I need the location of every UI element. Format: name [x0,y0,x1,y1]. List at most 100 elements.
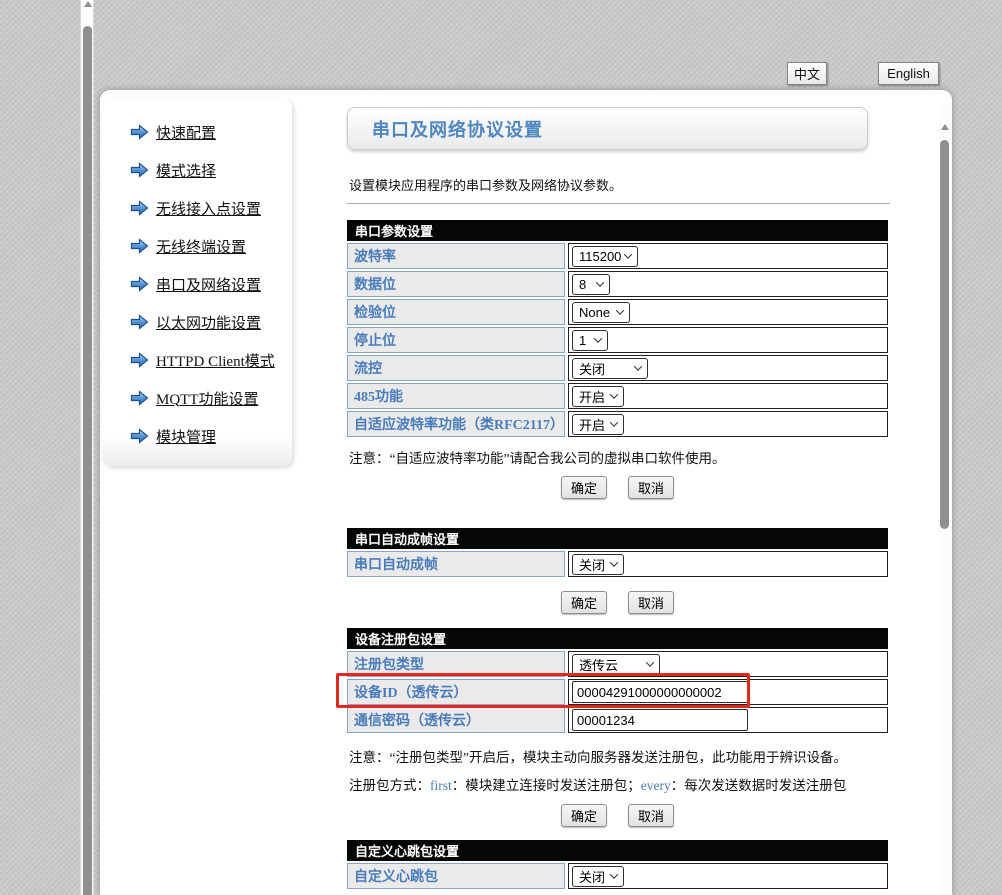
row-value-cell: 开启 [568,411,888,437]
flow-control-select[interactable]: 关闭 [572,358,648,379]
rs485-select[interactable]: 开启 [572,386,624,407]
row-value-cell: 115200 [568,243,888,269]
row-value-cell: None [568,299,888,325]
row-value-cell [568,707,888,733]
page-background: { "language_buttons": { "chinese": "中文",… [0,0,1002,895]
baud-rate-select[interactable]: 115200 [572,246,638,267]
chevron-down-icon [594,334,602,342]
device-id-input[interactable] [572,681,748,703]
chevron-down-icon [610,558,618,566]
table-row: 串口自动成帧 关闭 [347,551,888,577]
sidebar-link[interactable]: 模式选择 [156,160,216,181]
table-row: 通信密码（透传云） [347,707,888,733]
note-keyword: every [641,778,671,793]
chevron-down-icon [634,362,642,370]
stop-bits-select[interactable]: 1 [572,330,608,351]
arrow-right-icon [130,238,149,254]
adaptive-baud-select[interactable]: 开启 [572,414,624,435]
select-value: 115200 [579,249,621,264]
row-value-cell: 关闭 [568,355,888,381]
scroll-up-icon[interactable] [84,1,92,7]
sidebar-link[interactable]: MQTT功能设置 [156,388,259,409]
sidebar-link[interactable]: 无线接入点设置 [156,198,261,219]
sidebar-item-serial-network[interactable]: 串口及网络设置 [102,265,292,303]
section-header: 串口自动成帧设置 [347,528,888,549]
comm-password-input[interactable] [572,709,748,731]
arrow-right-icon [130,428,149,444]
chevron-down-icon [646,658,654,666]
row-label: 自定义心跳包 [347,863,565,889]
row-label: 485功能 [347,383,565,409]
sidebar-link[interactable]: 以太网功能设置 [156,312,261,333]
sidebar-link[interactable]: 快速配置 [156,122,216,143]
table-row: 自适应波特率功能（类RFC2117） 开启 [347,411,888,437]
cancel-button[interactable]: 取消 [628,476,674,499]
arrow-right-icon [130,124,149,140]
register-type-select[interactable]: 透传云 [572,654,660,675]
table-row: 流控 关闭 [347,355,888,381]
page-title-box: 串口及网络协议设置 [347,107,868,150]
table-row: 自定义心跳包 关闭 [347,863,888,889]
note-text: ：模块建立连接时发送注册包； [452,778,641,793]
row-label: 注册包类型 [347,651,565,677]
right-scrollbar[interactable] [938,104,952,895]
table-row: 数据位 8 [347,271,888,297]
sidebar-link[interactable]: 串口及网络设置 [156,274,261,295]
cancel-button[interactable]: 取消 [628,591,674,614]
arrow-right-icon [130,314,149,330]
chevron-down-icon [616,306,624,314]
table-row: 检验位 None [347,299,888,325]
row-value-cell: 开启 [568,383,888,409]
table-row: 波特率 115200 [347,243,888,269]
sidebar-link[interactable]: HTTPD Client模式 [156,350,275,371]
table-row: 停止位 1 [347,327,888,353]
chevron-down-icon [624,250,632,258]
row-value-cell: 1 [568,327,888,353]
heartbeat-select[interactable]: 关闭 [572,866,624,887]
ok-button[interactable]: 确定 [561,804,607,827]
content-card: 快速配置 模式选择 无线接入点设置 无线终端设置 串口及网络设置 以太网功能设置… [100,90,952,895]
sidebar-item-ethernet[interactable]: 以太网功能设置 [102,303,292,341]
register-note-1: 注意：“注册包类型”开启后，模块主动向服务器发送注册包，此功能用于辨识设备。 [349,746,847,766]
arrow-right-icon [130,390,149,406]
sidebar-item-mqtt[interactable]: MQTT功能设置 [102,379,292,417]
cancel-button[interactable]: 取消 [628,804,674,827]
parity-select[interactable]: None [572,302,630,323]
auto-frame-table: 串口自动成帧设置 串口自动成帧 关闭 [347,528,888,579]
right-scrollbar-thumb[interactable] [940,140,949,529]
divider [347,203,890,204]
left-scrollbar-thumb[interactable] [83,26,92,895]
row-label: 通信密码（透传云） [347,707,565,733]
ok-button[interactable]: 确定 [561,591,607,614]
arrow-right-icon [130,276,149,292]
auto-frame-select[interactable]: 关闭 [572,554,624,575]
row-label: 停止位 [347,327,565,353]
data-bits-select[interactable]: 8 [572,274,610,295]
sidebar-item-wireless-ap[interactable]: 无线接入点设置 [102,189,292,227]
scroll-up-icon[interactable] [941,124,949,130]
auto-frame-buttons: 确定 取消 [347,591,888,614]
chevron-down-icon [610,390,618,398]
sidebar-link[interactable]: 无线终端设置 [156,236,246,257]
sidebar-item-wireless-sta[interactable]: 无线终端设置 [102,227,292,265]
sidebar-item-mode-select[interactable]: 模式选择 [102,151,292,189]
language-chinese-button[interactable]: 中文 [787,62,827,85]
page-title: 串口及网络协议设置 [372,116,543,142]
ok-button[interactable]: 确定 [561,476,607,499]
row-value-cell [568,679,888,705]
sidebar-item-quick-config[interactable]: 快速配置 [102,113,292,151]
chevron-down-icon [596,278,604,286]
sidebar-item-httpd-client[interactable]: HTTPD Client模式 [102,341,292,379]
table-row-device-id: 设备ID（透传云） [347,679,888,705]
left-scrollbar[interactable] [80,0,94,895]
sidebar-item-module-manage[interactable]: 模块管理 [102,417,292,455]
section-header: 自定义心跳包设置 [347,840,888,861]
register-buttons: 确定 取消 [347,804,888,827]
select-value: 开启 [579,415,605,434]
sidebar-link[interactable]: 模块管理 [156,426,216,447]
page-subtitle: 设置模块应用程序的串口参数及网络协议参数。 [349,175,622,194]
note-keyword: first [430,778,452,793]
select-value: 8 [579,277,586,292]
register-packet-table: 设备注册包设置 注册包类型 透传云 设备ID（透传云） 通信密码（透传云） [347,628,888,735]
language-english-button[interactable]: English [878,62,939,85]
